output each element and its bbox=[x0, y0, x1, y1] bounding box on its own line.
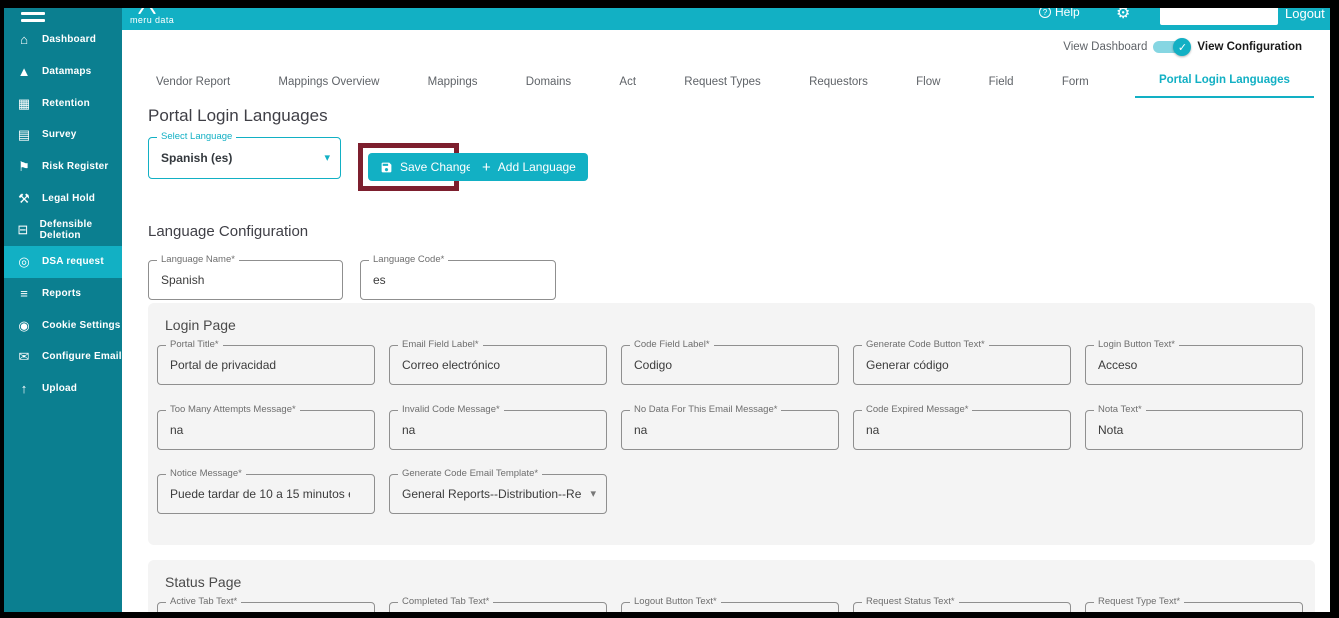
survey-document-icon: ▤ bbox=[16, 128, 32, 141]
select-language-value: Spanish (es) bbox=[161, 151, 316, 165]
logo-text: meru data bbox=[130, 15, 174, 25]
sidebar-item-risk-register[interactable]: ⚑Risk Register bbox=[4, 151, 122, 183]
sidebar-item-upload[interactable]: ↑Upload bbox=[4, 373, 122, 405]
select-language-dropdown[interactable]: Select Language Spanish (es) ▾ bbox=[148, 137, 341, 179]
meru-data-logo-icon bbox=[136, 8, 158, 14]
nota-text-input[interactable]: Nota Text*Nota bbox=[1085, 410, 1303, 450]
view-mode-toggle-row: View Dashboard ✓ View Configuration bbox=[1063, 41, 1302, 53]
envelope-icon: ✉ bbox=[16, 350, 32, 363]
invalid-code-message-input[interactable]: Invalid Code Message*na bbox=[389, 410, 607, 450]
sidebar-item-dsa-request[interactable]: ◎DSA request bbox=[4, 246, 122, 278]
chevron-down-icon: ▾ bbox=[324, 151, 330, 164]
completed-tab-text-input[interactable]: Completed Tab Text* bbox=[389, 602, 607, 612]
language-code-input[interactable]: Language Code* es bbox=[360, 260, 556, 300]
login-page-section: Login Page Portal Title*Portal de privac… bbox=[148, 303, 1315, 545]
home-icon: ⌂ bbox=[16, 33, 32, 46]
sidebar-nav: ⌂Dashboard ▲Datamaps ▦Retention ▤Survey … bbox=[4, 8, 122, 612]
save-floppy-icon bbox=[380, 161, 393, 174]
logout-button-text-input[interactable]: Logout Button Text* bbox=[621, 602, 839, 612]
help-icon: ? bbox=[1039, 8, 1051, 18]
no-data-for-email-message-input[interactable]: No Data For This Email Message*na bbox=[621, 410, 839, 450]
tab-vendor-report[interactable]: Vendor Report bbox=[154, 70, 232, 98]
sidebar-item-defensible-deletion[interactable]: ⊟Defensible Deletion bbox=[4, 214, 122, 246]
page-title: Portal Login Languages bbox=[148, 106, 328, 126]
tab-requestors[interactable]: Requestors bbox=[807, 70, 870, 98]
request-status-text-input[interactable]: Request Status Text* bbox=[853, 602, 1071, 612]
generate-code-button-text-input[interactable]: Generate Code Button Text*Generar código bbox=[853, 345, 1071, 385]
tab-mappings[interactable]: Mappings bbox=[426, 70, 480, 98]
sidebar-item-dashboard[interactable]: ⌂Dashboard bbox=[4, 24, 122, 56]
tab-mappings-overview[interactable]: Mappings Overview bbox=[276, 70, 381, 98]
view-mode-toggle[interactable]: ✓ bbox=[1153, 41, 1183, 53]
top-header-bar: meru data ? Help ⚙ Logout bbox=[4, 8, 1330, 30]
sidebar-item-datamaps[interactable]: ▲Datamaps bbox=[4, 56, 122, 88]
sidebar-item-cookie-settings[interactable]: ◉Cookie Settings bbox=[4, 309, 122, 341]
save-changes-label: Save Changes bbox=[400, 160, 479, 174]
tab-form[interactable]: Form bbox=[1060, 70, 1091, 98]
add-language-label: Add Language bbox=[498, 160, 576, 174]
login-page-heading: Login Page bbox=[165, 317, 236, 333]
sidebar-item-legal-hold[interactable]: ⚒Legal Hold bbox=[4, 182, 122, 214]
sidebar-item-retention[interactable]: ▦Retention bbox=[4, 87, 122, 119]
code-expired-message-input[interactable]: Code Expired Message*na bbox=[853, 410, 1071, 450]
request-type-text-input[interactable]: Request Type Text* bbox=[1085, 602, 1303, 612]
tab-portal-login-languages[interactable]: Portal Login Languages bbox=[1135, 68, 1314, 98]
too-many-attempts-message-input[interactable]: Too Many Attempts Message*na bbox=[157, 410, 375, 450]
status-page-heading: Status Page bbox=[165, 574, 241, 590]
archive-icon: ⊟ bbox=[16, 223, 30, 236]
plus-icon: + bbox=[482, 159, 491, 176]
help-button[interactable]: ? Help bbox=[1039, 8, 1080, 19]
portal-title-input[interactable]: Portal Title*Portal de privacidad bbox=[157, 345, 375, 385]
retention-icon: ▦ bbox=[16, 97, 32, 110]
flag-icon: ⚑ bbox=[16, 160, 32, 173]
upload-icon: ↑ bbox=[16, 382, 32, 395]
chevron-down-icon: ▾ bbox=[590, 487, 596, 500]
notice-message-input[interactable]: Notice Message*Puede tardar de 10 a 15 m… bbox=[157, 474, 375, 514]
select-language-label: Select Language bbox=[157, 131, 236, 142]
config-tab-bar: Vendor Report Mappings Overview Mappings… bbox=[154, 68, 1314, 98]
active-tab-text-input[interactable]: Active Tab Text* bbox=[157, 602, 375, 612]
status-page-section: Status Page Active Tab Text* Completed T… bbox=[148, 560, 1315, 612]
gavel-icon: ⚒ bbox=[16, 192, 32, 205]
add-language-button[interactable]: + Add Language bbox=[470, 153, 588, 181]
tab-domains[interactable]: Domains bbox=[524, 70, 573, 98]
sidebar-item-survey[interactable]: ▤Survey bbox=[4, 119, 122, 151]
life-ring-icon: ◎ bbox=[16, 255, 32, 268]
logout-button[interactable]: Logout bbox=[1285, 8, 1325, 21]
code-field-label-input[interactable]: Code Field Label*Codigo bbox=[621, 345, 839, 385]
tab-field[interactable]: Field bbox=[987, 70, 1016, 98]
app-window: meru data ? Help ⚙ Logout ⌂Dashboard ▲Da… bbox=[4, 8, 1330, 612]
login-button-text-input[interactable]: Login Button Text*Acceso bbox=[1085, 345, 1303, 385]
user-email-redacted-box bbox=[1160, 8, 1278, 25]
tab-act[interactable]: Act bbox=[617, 70, 638, 98]
check-icon: ✓ bbox=[1173, 38, 1191, 56]
help-label: Help bbox=[1055, 8, 1080, 19]
reports-icon: ≡ bbox=[16, 287, 32, 300]
datamap-icon: ▲ bbox=[16, 65, 32, 78]
tab-flow[interactable]: Flow bbox=[914, 70, 942, 98]
tab-request-types[interactable]: Request Types bbox=[682, 70, 763, 98]
settings-gear-icon[interactable]: ⚙ bbox=[1116, 8, 1130, 23]
view-dashboard-label: View Dashboard bbox=[1063, 41, 1147, 53]
view-configuration-label: View Configuration bbox=[1197, 41, 1302, 53]
language-name-input[interactable]: Language Name* Spanish bbox=[148, 260, 343, 300]
sidebar-item-configure-email[interactable]: ✉Configure Email bbox=[4, 341, 122, 373]
generate-code-email-template-dropdown[interactable]: Generate Code Email Template*General Rep… bbox=[389, 474, 607, 514]
main-content: View Dashboard ✓ View Configuration Vend… bbox=[122, 30, 1330, 612]
email-field-label-input[interactable]: Email Field Label*Correo electrónico bbox=[389, 345, 607, 385]
sidebar-item-reports[interactable]: ≡Reports bbox=[4, 278, 122, 310]
cookie-icon: ◉ bbox=[16, 319, 32, 332]
language-configuration-heading: Language Configuration bbox=[148, 223, 308, 240]
